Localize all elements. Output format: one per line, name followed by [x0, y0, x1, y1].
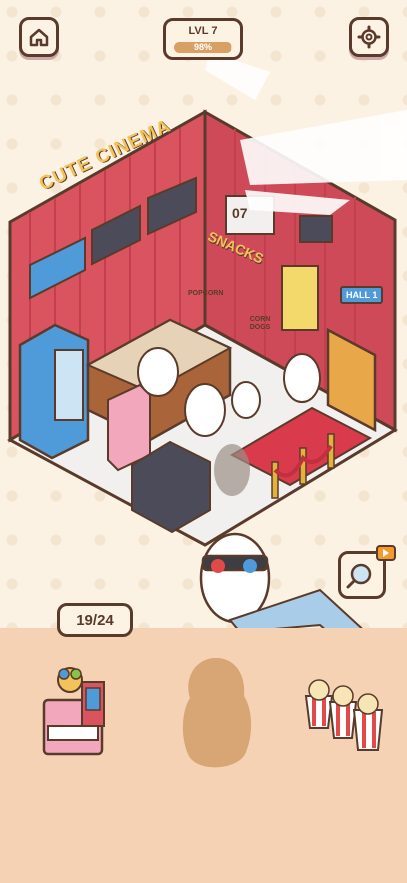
- level-indicator: LVL 7 98%: [163, 18, 243, 60]
- gear-icon: [357, 25, 381, 49]
- hall-sign: HALL 1: [340, 286, 384, 304]
- items-counter: 19/24: [57, 603, 133, 637]
- level-progress-label: 98%: [193, 42, 212, 52]
- settings-button[interactable]: [349, 17, 389, 57]
- corn-dogs-label: CORN DOGS: [249, 316, 271, 331]
- level-progress-bar: 98%: [174, 42, 232, 53]
- level-label: LVL 7: [188, 25, 218, 37]
- popcorn-box-label: POPCORN: [188, 290, 224, 297]
- cinema-room: [6, 52, 407, 628]
- clock-display: 07: [232, 205, 248, 221]
- popcorn-buckets-item[interactable]: [300, 672, 390, 758]
- home-button[interactable]: [19, 17, 59, 57]
- video-ad-icon: [376, 545, 396, 561]
- magnifier-icon: [346, 563, 372, 589]
- home-icon: [29, 28, 49, 47]
- item-silhouette-slot: [182, 658, 252, 768]
- drink-machine-item[interactable]: [38, 660, 122, 764]
